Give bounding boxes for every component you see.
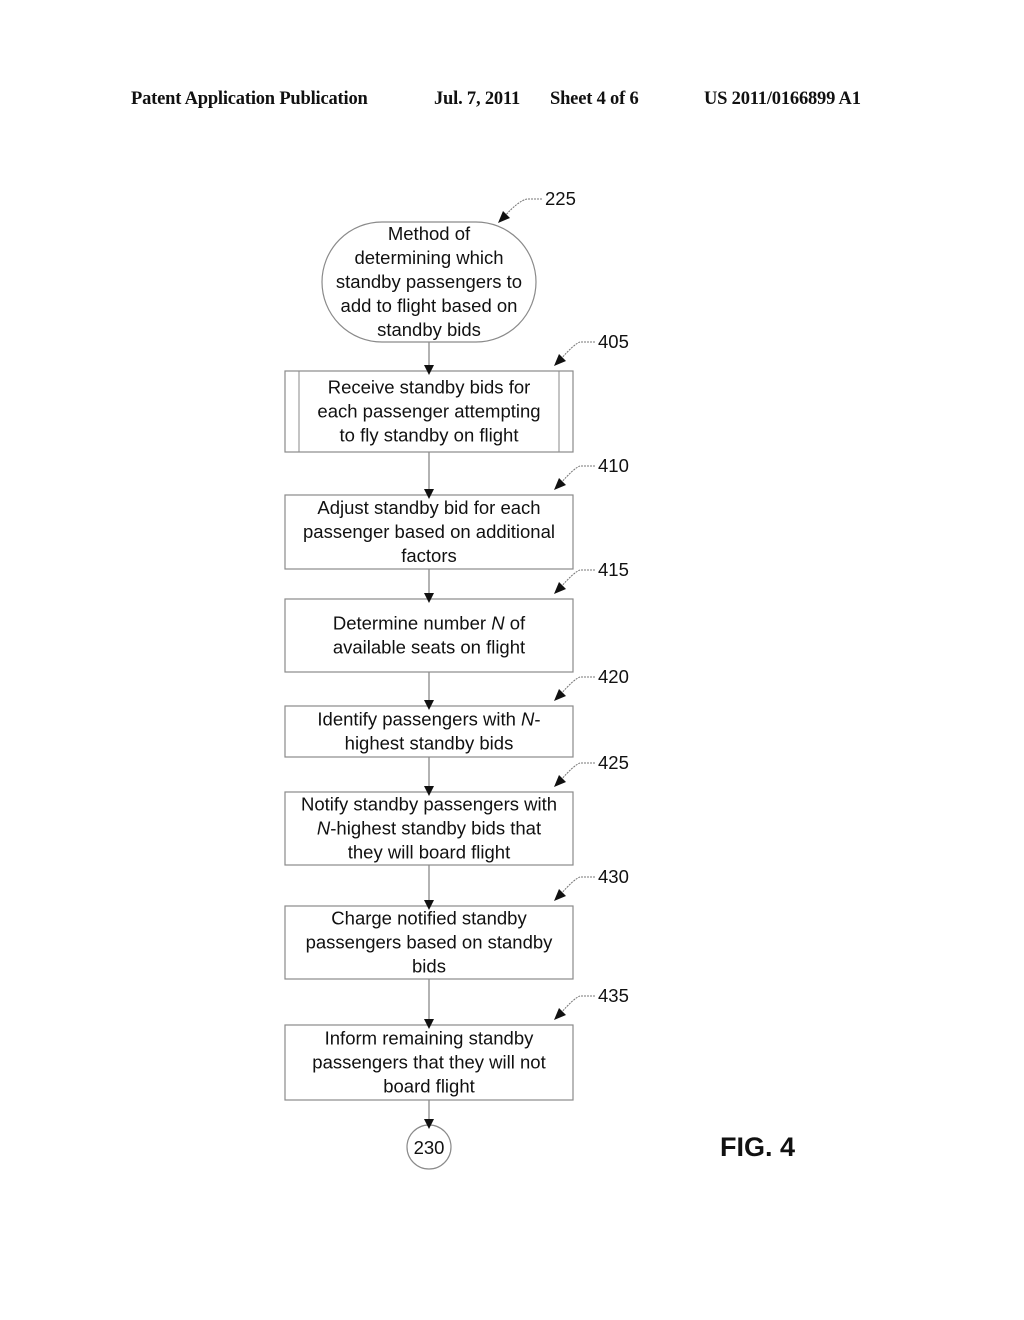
ref-225: 225	[545, 188, 576, 209]
end-connector-label: 230	[414, 1137, 445, 1158]
ref-410: 410	[598, 455, 629, 476]
step-text-line: bids	[412, 956, 446, 977]
ref-arrowhead	[498, 211, 510, 223]
ref-420: 420	[598, 666, 629, 687]
step-text-line: N-highest standby bids that	[317, 818, 541, 839]
start-text-line: standby bids	[377, 319, 481, 340]
ref-435: 435	[598, 985, 629, 1006]
step-text-line: available seats on flight	[333, 637, 525, 658]
ref-leader-line	[559, 762, 595, 782]
step-text-line: passenger based on additional	[303, 521, 555, 542]
start-text-line: Method of	[388, 223, 471, 244]
step-text-line: Receive standby bids for	[328, 377, 531, 398]
step-text-line: passengers that they will not	[312, 1052, 545, 1073]
step-text-line: passengers based on standby	[306, 932, 554, 953]
ref-leader-line	[559, 465, 595, 485]
step-text-line: Charge notified standby	[331, 908, 527, 929]
step-text-line: Notify standby passengers with	[301, 794, 557, 815]
step-box-415	[284, 598, 574, 673]
step-text-line: Identify passengers with N-	[317, 709, 540, 730]
ref-leader-line	[559, 341, 595, 361]
start-text-line: standby passengers to	[336, 271, 522, 292]
flowchart: 225 405 410 415 420 425 430 435 Method of determ…	[284, 188, 629, 1170]
figure-label: FIG. 4	[720, 1132, 796, 1162]
ref-leader-line	[559, 876, 595, 896]
ref-leader-line	[559, 569, 595, 589]
step-text-line: each passenger attempting	[317, 401, 540, 422]
step-text-line: highest standby bids	[345, 733, 514, 754]
ref-leader-line	[559, 995, 595, 1015]
step-text-line: Inform remaining standby	[325, 1028, 534, 1049]
ref-415: 415	[598, 559, 629, 580]
start-text-line: add to flight based on	[341, 295, 518, 316]
step-text-line: board flight	[383, 1076, 475, 1097]
ref-leader-line	[559, 676, 595, 696]
step-text-line: Adjust standby bid for each	[317, 497, 540, 518]
ref-405: 405	[598, 331, 629, 352]
step-text-line: to fly standby on flight	[340, 425, 519, 446]
ref-425: 425	[598, 752, 629, 773]
step-text-line: factors	[401, 545, 457, 566]
step-text-line: they will board flight	[348, 842, 510, 863]
ref-430: 430	[598, 866, 629, 887]
start-text-line: determining which	[354, 247, 503, 268]
step-text-line: Determine number N of	[333, 613, 526, 634]
ref-leader-line	[503, 198, 542, 218]
